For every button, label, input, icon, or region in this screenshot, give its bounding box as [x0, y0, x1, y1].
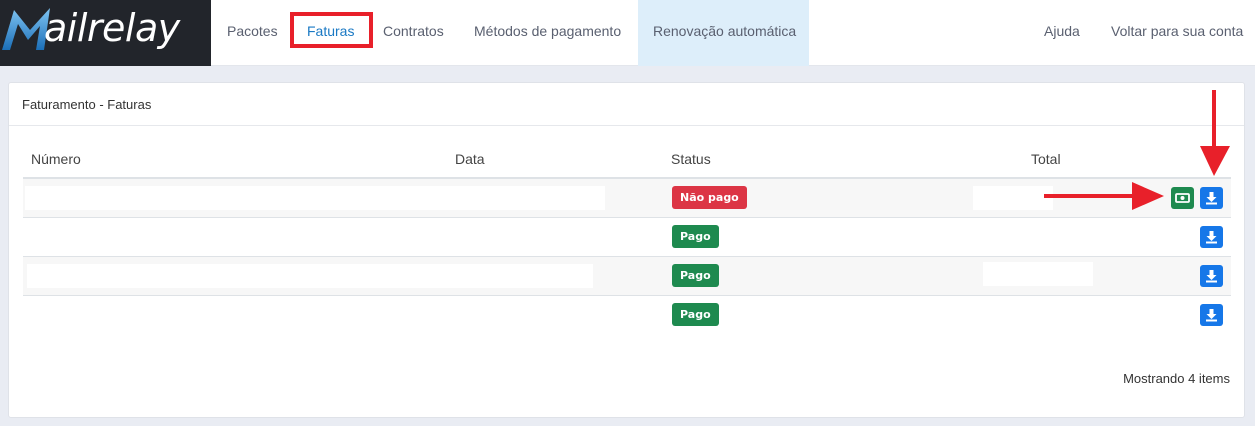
- status-badge: Pago: [672, 303, 719, 326]
- nav-pacotes[interactable]: Pacotes: [227, 0, 278, 66]
- annotation-highlight-box: [290, 12, 373, 48]
- header-status: Status: [671, 151, 711, 167]
- download-icon: [1206, 192, 1217, 205]
- nav-ajuda[interactable]: Ajuda: [1044, 0, 1080, 66]
- header-numero: Número: [31, 151, 81, 167]
- mailrelay-logo[interactable]: ailrelay: [0, 0, 211, 66]
- nav-voltar-conta[interactable]: Voltar para sua conta: [1111, 0, 1243, 66]
- nav-contratos[interactable]: Contratos: [383, 0, 444, 66]
- status-badge: Pago: [672, 264, 719, 287]
- pagination-summary: Mostrando 4 items: [1123, 371, 1230, 386]
- download-button[interactable]: [1200, 265, 1223, 287]
- redacted-cell: [973, 186, 1053, 210]
- annotation-arrow-right-icon: [1044, 182, 1164, 210]
- logo-wordmark: ailrelay: [44, 6, 180, 50]
- top-navbar: ailrelay Pacotes Faturas Contratos Métod…: [0, 0, 1255, 66]
- download-icon: [1206, 270, 1217, 283]
- download-button[interactable]: [1200, 187, 1223, 209]
- pay-button[interactable]: [1171, 187, 1194, 209]
- table-row: Pago: [23, 296, 1231, 335]
- money-icon: [1175, 193, 1190, 203]
- card-title: Faturamento - Faturas: [22, 97, 152, 112]
- invoices-card: Faturamento - Faturas Número Data Status…: [8, 82, 1245, 418]
- status-badge: Não pago: [672, 186, 747, 209]
- nav-renovacao-automatica[interactable]: Renovação automática: [653, 0, 796, 66]
- header-total: Total: [1031, 151, 1061, 167]
- annotation-arrow-down-icon: [1200, 90, 1230, 176]
- redacted-cell: [983, 262, 1093, 286]
- table-row: Pago: [23, 257, 1231, 296]
- redacted-cell: [25, 186, 605, 210]
- download-icon: [1206, 231, 1217, 244]
- download-icon: [1206, 309, 1217, 322]
- card-header: Faturamento - Faturas: [9, 83, 1244, 126]
- status-badge: Pago: [672, 225, 719, 248]
- download-button[interactable]: [1200, 226, 1223, 248]
- download-button[interactable]: [1200, 304, 1223, 326]
- table-row: Pago: [23, 218, 1231, 257]
- header-data: Data: [455, 151, 485, 167]
- nav-metodos-pagamento[interactable]: Métodos de pagamento: [474, 0, 621, 66]
- redacted-cell: [27, 264, 593, 288]
